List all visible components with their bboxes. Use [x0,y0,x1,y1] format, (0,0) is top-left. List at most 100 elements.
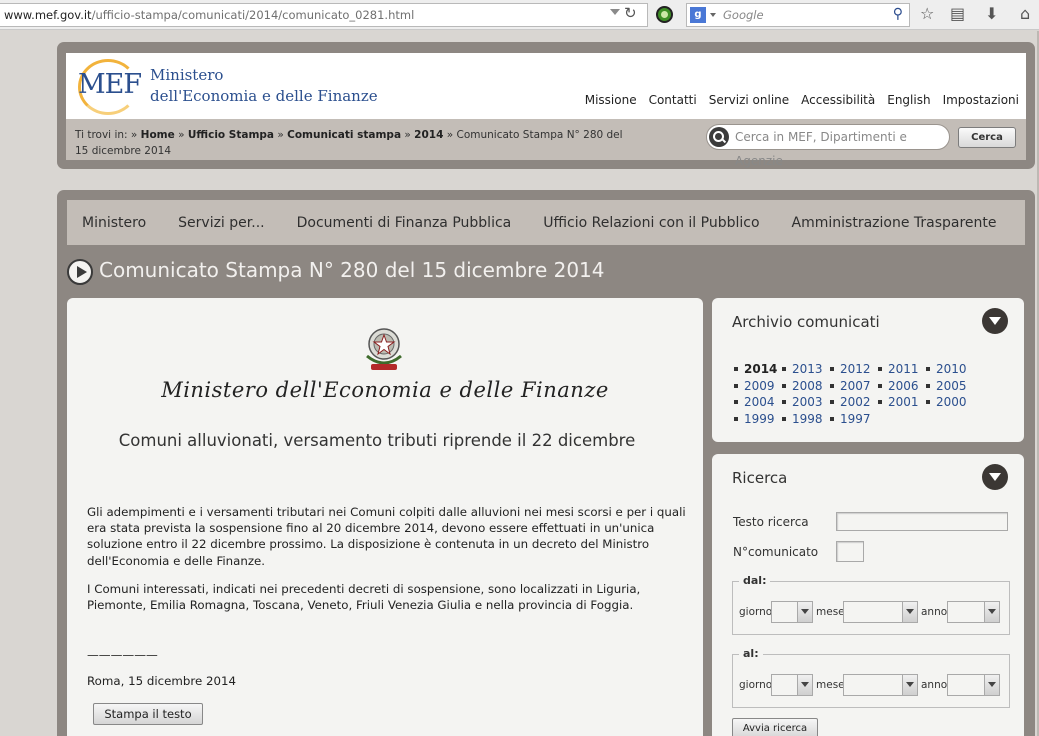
article: Ministero dell'Economia e delle Finanze … [67,298,703,736]
browser-toolbar: www.mef.gov.it/ufficio-stampa/comunicati… [0,0,1039,30]
ricerca-toggle-icon[interactable] [982,464,1008,490]
dal-mese-label: mese [816,606,845,618]
url-bar[interactable]: www.mef.gov.it/ufficio-stampa/comunicati… [0,3,648,27]
ministry-script-title: Ministero dell'Economia e delle Finanze [161,378,609,402]
ricerca-panel: Ricerca Testo ricerca N°comunicato dal: … [712,454,1024,736]
archive-year-2001[interactable]: 2001 [878,394,926,411]
breadcrumb-separator: » [277,129,284,141]
page-title: Comunicato Stampa N° 280 del 15 dicembre… [99,258,605,282]
breadcrumb-ufficio-stampa[interactable]: Ufficio Stampa [188,129,274,141]
dal-anno-select[interactable] [947,601,1000,623]
main-content: Ministero Servizi per... Documenti di Fi… [57,190,1035,736]
article-title: Comuni alluvionati, versamento tributi r… [118,431,636,450]
browser-search-box[interactable]: g Google ⚲ [686,3,910,27]
dal-mese-select[interactable] [843,601,918,623]
archive-year-2005[interactable]: 2005 [926,378,974,395]
site-search-placeholder: Cerca in MEF, Dipartimenti e Agenzie [735,130,907,168]
archive-year-2008[interactable]: 2008 [782,378,830,395]
ministry-name[interactable]: Ministero dell'Economia e delle Finanze [150,65,378,107]
link-servizi-online[interactable]: Servizi online [709,93,789,107]
archive-year-2006[interactable]: 2006 [878,378,926,395]
search-engine-dropdown-icon[interactable] [710,13,716,17]
al-legend: al: [739,647,763,660]
archive-year-2002[interactable]: 2002 [830,394,878,411]
home-icon[interactable]: ⌂ [1020,5,1030,23]
breadcrumb-prefix: Ti trovi in: » [75,129,138,141]
chevron-down-icon[interactable] [984,675,999,695]
link-contatti[interactable]: Contatti [649,93,697,107]
play-icon [67,259,93,285]
archive-toggle-icon[interactable] [982,308,1008,334]
al-anno-select[interactable] [947,674,1000,696]
breadcrumb-separator: » [446,129,454,141]
archive-year-2007[interactable]: 2007 [830,378,878,395]
archive-year-1997[interactable]: 1997 [830,411,878,428]
link-english[interactable]: English [887,93,930,107]
search-icon[interactable] [709,127,729,147]
chevron-down-icon[interactable] [797,602,812,622]
al-giorno-select[interactable] [771,674,813,696]
archive-year-2013[interactable]: 2013 [782,361,830,378]
print-button[interactable]: Stampa il testo [93,703,203,725]
article-paragraph: I Comuni interessati, indicati nei prece… [87,581,641,613]
top-links: Missione Contatti Servizi online Accessi… [585,93,1019,107]
dal-anno-label: anno [921,606,948,618]
breadcrumb-home[interactable]: Home [141,129,175,141]
ricerca-title: Ricerca [732,469,788,487]
archive-year-2014[interactable]: 2014 [734,361,782,378]
archive-year-1999[interactable]: 1999 [734,411,782,428]
chevron-down-icon[interactable] [902,675,917,695]
addon-icon[interactable] [656,6,673,23]
main-nav: Ministero Servizi per... Documenti di Fi… [67,200,1025,245]
nav-documenti-finanza-pubblica[interactable]: Documenti di Finanza Pubblica [297,215,512,231]
url-domain: www.mef.gov.it [4,8,92,22]
numero-comunicato-label: N°comunicato [733,545,819,559]
breadcrumb-separator: » [404,129,411,141]
chevron-down-icon[interactable] [797,675,812,695]
bookmarks-list-icon[interactable]: ▤ [950,5,965,23]
al-mese-label: mese [816,679,845,691]
url-history-dropdown-icon[interactable] [610,9,620,15]
chevron-down-icon[interactable] [902,602,917,622]
download-icon[interactable]: ⬇ [985,5,998,23]
breadcrumb-comunicati[interactable]: Comunicati stampa [287,129,401,141]
archive-years: 2014 2013 2012 2011 2010 2009 2008 2007 … [734,361,994,427]
archive-year-2011[interactable]: 2011 [878,361,926,378]
nav-ministero[interactable]: Ministero [82,215,146,231]
numero-comunicato-input[interactable] [836,541,864,562]
nav-amministrazione-trasparente[interactable]: Amministrazione Trasparente [792,215,997,231]
link-impostazioni[interactable]: Impostazioni [943,93,1019,107]
signature-line: —————— [87,648,158,662]
al-fieldset: al: giorno mese anno [732,647,1010,708]
archive-year-2009[interactable]: 2009 [734,378,782,395]
nav-servizi-per[interactable]: Servizi per... [178,215,264,231]
link-accessibilita[interactable]: Accessibilità [801,93,875,107]
archive-year-1998[interactable]: 1998 [782,411,830,428]
cerca-button[interactable]: Cerca [958,127,1016,148]
site-search-input[interactable]: Cerca in MEF, Dipartimenti e Agenzie [706,124,950,168]
browser-search-placeholder: Google [723,8,764,22]
bookmark-star-icon[interactable]: ☆ [920,5,934,23]
mef-logo-text[interactable]: MEF [78,69,142,100]
place-date: Roma, 15 dicembre 2014 [87,674,236,688]
archive-year-2003[interactable]: 2003 [782,394,830,411]
nav-ufficio-relazioni[interactable]: Ufficio Relazioni con il Pubblico [543,215,759,231]
google-icon[interactable]: g [690,7,706,23]
chevron-down-icon[interactable] [984,602,999,622]
avvia-ricerca-button[interactable]: Avvia ricerca [732,718,818,736]
testo-ricerca-input[interactable] [836,512,1008,531]
archive-year-2012[interactable]: 2012 [830,361,878,378]
archive-year-2004[interactable]: 2004 [734,394,782,411]
search-icon[interactable]: ⚲ [893,6,903,22]
republic-emblem-icon [366,328,402,370]
reload-icon[interactable]: ↻ [624,4,637,22]
archive-year-2010[interactable]: 2010 [926,361,974,378]
dal-giorno-label: giorno [739,606,773,618]
al-giorno-label: giorno [739,679,773,691]
site-header: MEF Ministero dell'Economia e delle Fina… [57,42,1035,169]
link-missione[interactable]: Missione [585,93,637,107]
dal-giorno-select[interactable] [771,601,813,623]
breadcrumb-2014[interactable]: 2014 [414,129,443,141]
al-mese-select[interactable] [843,674,918,696]
archive-year-2000[interactable]: 2000 [926,394,974,411]
